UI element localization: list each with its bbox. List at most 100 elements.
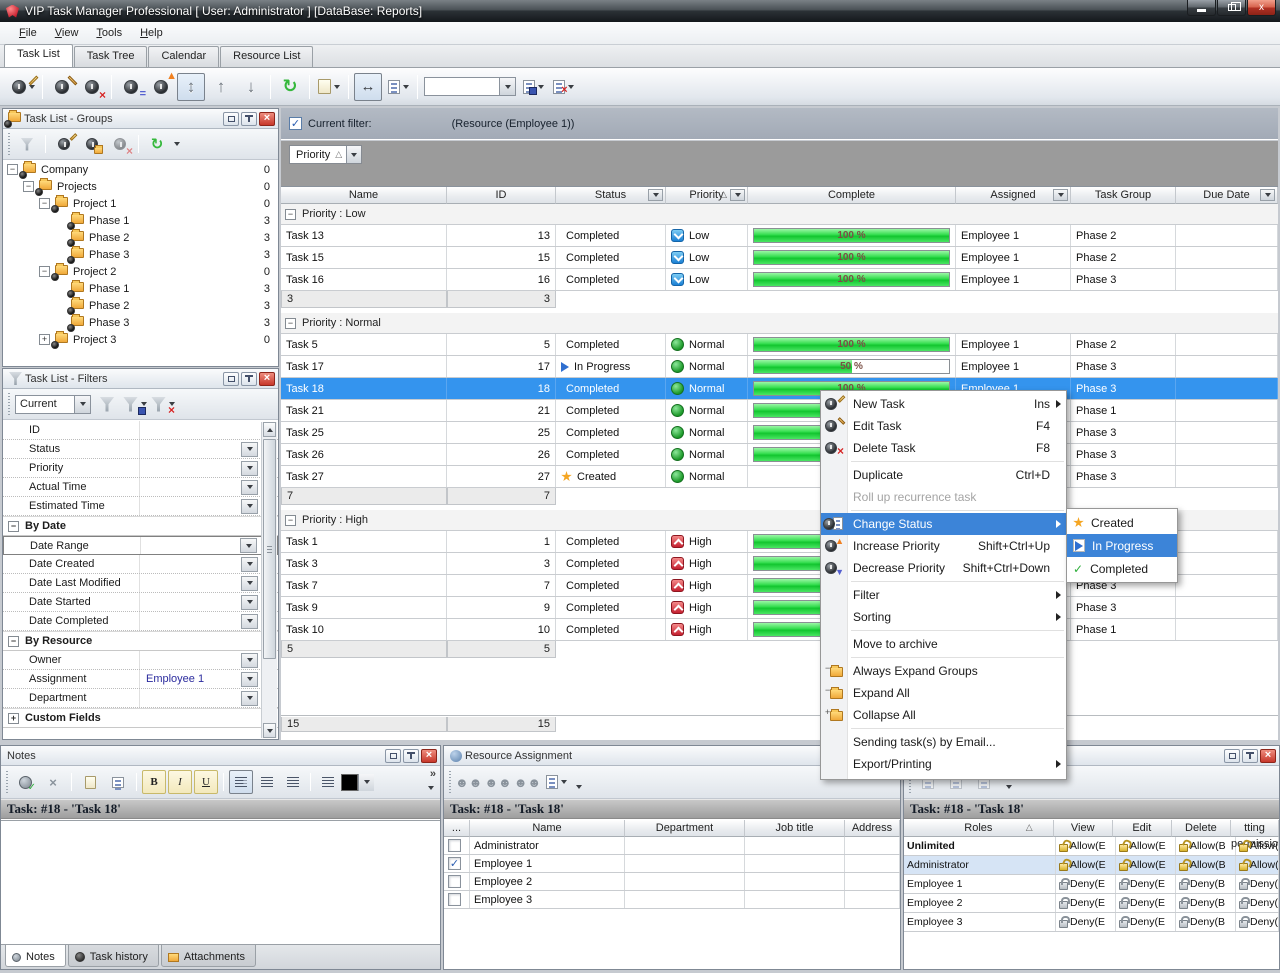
bullet-list-button[interactable] (316, 770, 340, 794)
menu-item-new-task[interactable]: New TaskIns (821, 393, 1066, 415)
menu-item-collapse-all[interactable]: +Collapse All (821, 704, 1066, 726)
permission-row-employee-2[interactable]: Employee 2Deny(EDeny(EDeny(BDeny(By (904, 894, 1279, 913)
save-filter-button[interactable] (122, 391, 148, 417)
filter-dropdown-button[interactable] (240, 538, 257, 553)
filter-value[interactable] (139, 593, 241, 611)
group-expander-icon[interactable]: − (8, 636, 19, 647)
new-group-button[interactable] (51, 131, 77, 157)
resource-column-check[interactable]: ... (444, 820, 470, 837)
clear-filter-button[interactable]: × (150, 391, 176, 417)
filter-value[interactable] (139, 574, 241, 592)
dropdown-arrow-icon[interactable] (568, 85, 574, 89)
underline-button[interactable]: U (194, 770, 218, 794)
assign-resource-button[interactable]: ☻☻ (455, 769, 482, 795)
tree-expander-icon[interactable]: − (39, 266, 50, 277)
column-header-task-group[interactable]: Task Group (1071, 187, 1176, 204)
tree-item-phase-3[interactable]: Phase 33 (3, 246, 278, 263)
new-task-button[interactable] (9, 73, 37, 101)
column-filter-dropdown[interactable] (1260, 189, 1275, 201)
tree-item-project-3[interactable]: +Project 30 (3, 331, 278, 348)
resource-row-administrator[interactable]: Administrator (444, 837, 900, 855)
tree-expander-icon[interactable]: + (39, 334, 50, 345)
resource-row-employee-2[interactable]: Employee 2 (444, 873, 900, 891)
filter-value[interactable] (139, 421, 278, 439)
filter-row-date-last-modified[interactable]: Date Last Modified (3, 574, 278, 593)
filter-dropdown-button[interactable] (241, 461, 258, 476)
menu-item-always-expand-groups[interactable]: −Always Expand Groups (821, 660, 1066, 682)
menu-item-filter[interactable]: Filter (821, 584, 1066, 606)
move-down-button[interactable]: ↓ (237, 73, 265, 101)
filter-dropdown-button[interactable] (241, 576, 258, 591)
bottom-tab-notes[interactable]: Notes (5, 945, 66, 967)
column-header-due-date[interactable]: Due Date (1176, 187, 1278, 204)
group-collapse-icon[interactable]: − (285, 209, 296, 220)
menu-item-increase-priority[interactable]: ▲Increase PriorityShift+Ctrl+Up (821, 535, 1066, 557)
text-color-dropdown[interactable] (358, 774, 374, 791)
groups-close-button[interactable] (259, 112, 275, 126)
permission-row-unlimited[interactable]: UnlimitedAllow(EAllow(EAllow(BAllow(By (904, 837, 1279, 856)
notes-pin-button[interactable] (403, 749, 419, 763)
tree-item-phase-1[interactable]: Phase 13 (3, 280, 278, 297)
submenu-item-completed[interactable]: ✓Completed (1067, 557, 1177, 580)
resource-column-name[interactable]: Name (470, 820, 625, 837)
groups-pin-button[interactable] (241, 112, 257, 126)
menu-help[interactable]: Help (131, 24, 172, 42)
tree-expander-icon[interactable]: − (23, 181, 34, 192)
task-row-task-21[interactable]: Task 2121CompletedNormal100 %Employee 1P… (281, 400, 1278, 422)
close-button[interactable]: x (1247, 0, 1276, 16)
resource-checkbox[interactable] (448, 875, 461, 888)
group-filter-button[interactable] (14, 131, 40, 157)
filter-dropdown-button[interactable] (241, 480, 258, 495)
task-row-task-9[interactable]: Task 99CompletedHigh100 %Employee 1Phase… (281, 597, 1278, 619)
print-button[interactable] (105, 769, 131, 795)
dropdown-arrow-icon[interactable] (334, 85, 340, 89)
save-note-button[interactable]: ✓ (12, 769, 38, 795)
groups-refresh-button[interactable]: ↻ (144, 131, 170, 157)
edit-task-button[interactable] (48, 73, 76, 101)
tab-calendar[interactable]: Calendar (148, 46, 219, 67)
filter-row-status[interactable]: Status (3, 440, 278, 459)
scroll-down-button[interactable] (263, 723, 276, 738)
filter-value[interactable] (139, 478, 241, 496)
move-updown-button[interactable]: ↕ (177, 73, 205, 101)
restore-button[interactable] (1217, 0, 1246, 16)
menu-item-delete-task[interactable]: ×Delete TaskF8 (821, 437, 1066, 459)
permission-row-administrator[interactable]: AdministratorAllow(EAllow(EAllow(BAllow(… (904, 856, 1279, 875)
filter-dropdown-button[interactable] (241, 557, 258, 572)
notes-restore-button[interactable] (385, 749, 401, 763)
remove-resource-button[interactable]: ☻☻ (514, 769, 541, 795)
tree-item-projects[interactable]: −Projects0 (3, 178, 278, 195)
tree-item-phase-2[interactable]: Phase 23 (3, 229, 278, 246)
task-row-task-25[interactable]: Task 2525CompletedNormal100 %Employee 1P… (281, 422, 1278, 444)
tab-task-list[interactable]: Task List (4, 44, 73, 67)
filters-close-button[interactable] (259, 372, 275, 386)
filter-row-date-completed[interactable]: Date Completed (3, 612, 278, 631)
resource-column-job-title[interactable]: Job title (745, 820, 845, 837)
filter-value[interactable] (139, 612, 241, 630)
current-filter-checkbox[interactable]: ✓ (289, 117, 302, 130)
menu-item-sending-task-s-by-email[interactable]: Sending task(s) by Email... (821, 731, 1066, 753)
tree-item-company[interactable]: −Company0 (3, 161, 278, 178)
column-header-complete[interactable]: Complete (748, 187, 956, 204)
tab-resource-list[interactable]: Resource List (220, 46, 313, 67)
notes-close-button[interactable] (421, 749, 437, 763)
filter-value[interactable] (139, 459, 241, 477)
filter-group-by-date[interactable]: −By Date (3, 516, 278, 536)
filter-value[interactable]: Employee 1 (139, 670, 241, 688)
permissions-column-tting-permissio[interactable]: tting permissio (1231, 820, 1279, 837)
apply-filter-button[interactable] (94, 391, 120, 417)
filters-scrollbar[interactable] (261, 422, 277, 738)
delete-note-button[interactable]: × (40, 769, 66, 795)
view-combobox[interactable] (424, 77, 516, 96)
filter-value[interactable] (139, 497, 241, 515)
tree-expander-icon[interactable]: − (7, 164, 18, 175)
submenu-item-created[interactable]: Created (1067, 511, 1177, 534)
dropdown-arrow-icon[interactable] (538, 85, 544, 89)
filter-row-priority[interactable]: Priority (3, 459, 278, 478)
menu-item-roll-up-recurrence-task[interactable]: Roll up recurrence task (821, 486, 1066, 508)
menu-view[interactable]: View (46, 24, 88, 42)
resource-checkbox[interactable]: ✓ (448, 857, 461, 870)
bold-button[interactable]: B (142, 770, 166, 794)
permissions-column-roles[interactable]: Roles△ (904, 820, 1054, 837)
menu-tools[interactable]: Tools (87, 24, 131, 42)
